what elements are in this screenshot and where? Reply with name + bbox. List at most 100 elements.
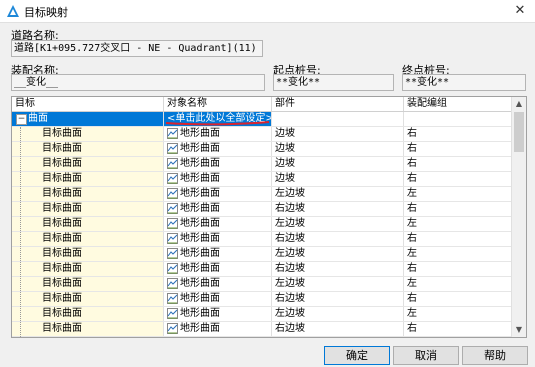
object-name-cell[interactable]: 地形曲面 — [164, 142, 272, 156]
table-row[interactable]: 目标曲面 地形曲面 左边坡左 — [12, 247, 511, 262]
grid-rows: 曲面 <单击此处以全部设定> 目标曲面 地形曲面 边坡右目标曲面 地形曲面 边坡右目标曲… — [12, 112, 511, 337]
road-name-field: 道路[K1+095.727交叉口 - NE - Quadrant](11) — [11, 40, 263, 57]
table-row[interactable]: 目标曲面 地形曲面 右边坡右 — [12, 232, 511, 247]
object-name-cell[interactable]: 地形曲面 — [164, 307, 272, 321]
group-target-label: 曲面 — [28, 113, 48, 124]
surface-icon — [167, 187, 178, 199]
annotation-underline — [165, 121, 270, 126]
end-station-field: **变化** — [402, 74, 526, 91]
assembly-group-cell: 右 — [407, 173, 417, 184]
column-header-part[interactable]: 部件 — [272, 97, 404, 111]
vertical-scrollbar[interactable]: ▲ ▼ — [511, 97, 526, 337]
scrollbar-thumb[interactable] — [514, 112, 524, 152]
object-name-cell[interactable]: 地形曲面 — [164, 187, 272, 201]
surface-icon — [167, 292, 178, 304]
object-name-label: 地形曲面 — [180, 323, 220, 334]
assembly-group-cell: 右 — [407, 203, 417, 214]
surface-icon — [167, 217, 178, 229]
object-name-label: 地形曲面 — [180, 218, 220, 229]
surface-icon — [167, 172, 178, 184]
object-name-cell[interactable]: 地形曲面 — [164, 232, 272, 246]
scroll-up-icon[interactable]: ▲ — [512, 97, 526, 111]
scroll-down-icon[interactable]: ▼ — [512, 323, 526, 337]
object-name-cell[interactable]: 地形曲面 — [164, 217, 272, 231]
object-name-label: 地形曲面 — [180, 233, 220, 244]
table-row[interactable]: 目标曲面 地形曲面 左边坡左 — [12, 277, 511, 292]
group-part-cell — [272, 112, 404, 126]
object-name-label: 地形曲面 — [180, 308, 220, 319]
surface-icon — [167, 232, 178, 244]
cancel-button[interactable]: 取消 — [393, 346, 459, 365]
object-name-cell[interactable]: 地形曲面 — [164, 247, 272, 261]
target-cell: 目标曲面 — [12, 232, 164, 246]
table-row[interactable]: 目标曲面 地形曲面 边坡右 — [12, 172, 511, 187]
table-row[interactable]: 目标曲面 地形曲面 左边坡左 — [12, 187, 511, 202]
part-cell: 边坡 — [272, 127, 404, 141]
table-row[interactable]: 目标曲面 地形曲面 右边坡右 — [12, 202, 511, 217]
grid-header: 目标 对象名称 部件 装配编组 — [12, 97, 511, 112]
group-target-cell: 曲面 — [12, 112, 164, 126]
target-cell: 目标曲面 — [12, 172, 164, 186]
assembly-group-cell: 右 — [407, 158, 417, 169]
assembly-group-cell: 左 — [407, 248, 417, 259]
part-cell: 右边坡 — [272, 202, 404, 216]
assembly-group-cell: 左 — [407, 308, 417, 319]
object-name-label: 地形曲面 — [180, 263, 220, 274]
assembly-group-cell: 右 — [407, 233, 417, 244]
column-header-assembly-group[interactable]: 装配编组 — [404, 97, 511, 111]
part-cell: 左边坡 — [272, 187, 404, 201]
surface-icon — [167, 202, 178, 214]
surface-icon — [167, 142, 178, 154]
target-cell: 目标曲面 — [12, 262, 164, 276]
object-name-cell[interactable]: 地形曲面 — [164, 157, 272, 171]
object-name-label: 地形曲面 — [180, 173, 220, 184]
collapse-toggle-icon[interactable]: − — [16, 114, 27, 125]
target-mapping-grid: 目标 对象名称 部件 装配编组 曲面 <单击此处以全部设定> 目标曲面 地形曲面边… — [11, 96, 527, 338]
column-header-target[interactable]: 目标 — [12, 97, 164, 111]
target-cell: 目标曲面 — [12, 292, 164, 306]
civil3d-icon — [7, 5, 19, 17]
close-icon[interactable]: ✕ — [505, 0, 535, 22]
part-cell: 右边坡 — [272, 322, 404, 336]
table-row[interactable]: 目标曲面 地形曲面 右边坡右 — [12, 292, 511, 307]
table-row[interactable]: 目标曲面 地形曲面 左边坡左 — [12, 217, 511, 232]
assembly-group-cell: 右 — [407, 323, 417, 334]
object-name-label: 地形曲面 — [180, 203, 220, 214]
window-title: 目标映射 — [24, 6, 68, 19]
object-name-cell[interactable]: 地形曲面 — [164, 172, 272, 186]
table-row[interactable]: 目标曲面 地形曲面 左边坡左 — [12, 307, 511, 322]
object-name-cell[interactable]: 地形曲面 — [164, 277, 272, 291]
object-name-cell[interactable]: 地形曲面 — [164, 127, 272, 141]
part-cell: 边坡 — [272, 172, 404, 186]
assembly-group-cell: 右 — [407, 293, 417, 304]
target-cell: 目标曲面 — [12, 217, 164, 231]
part-cell: 右边坡 — [272, 262, 404, 276]
target-cell: 目标曲面 — [12, 322, 164, 336]
object-name-cell[interactable]: 地形曲面 — [164, 322, 272, 336]
table-row[interactable]: 目标曲面 地形曲面 边坡右 — [12, 127, 511, 142]
object-name-cell[interactable]: 地形曲面 — [164, 262, 272, 276]
object-name-label: 地形曲面 — [180, 128, 220, 139]
object-name-label: 地形曲面 — [180, 248, 220, 259]
object-name-cell[interactable]: 地形曲面 — [164, 202, 272, 216]
surface-icon — [167, 322, 178, 334]
table-row[interactable]: 目标曲面 地形曲面 边坡右 — [12, 157, 511, 172]
surface-icon — [167, 157, 178, 169]
part-cell: 右边坡 — [272, 232, 404, 246]
part-cell: 边坡 — [272, 142, 404, 156]
target-cell: 目标曲面 — [12, 277, 164, 291]
table-row[interactable]: 目标曲面 地形曲面 右边坡右 — [12, 262, 511, 277]
target-cell: 目标曲面 — [12, 247, 164, 261]
help-button[interactable]: 帮助 — [462, 346, 528, 365]
object-name-cell[interactable]: 地形曲面 — [164, 292, 272, 306]
surface-icon — [167, 277, 178, 289]
ok-button[interactable]: 确定 — [324, 346, 390, 365]
object-name-label: 地形曲面 — [180, 293, 220, 304]
column-header-object-name[interactable]: 对象名称 — [164, 97, 272, 111]
object-name-label: 地形曲面 — [180, 188, 220, 199]
assembly-group-cell: 左 — [407, 218, 417, 229]
start-station-field: **变化** — [273, 74, 394, 91]
table-row[interactable]: 目标曲面 地形曲面 右边坡右 — [12, 322, 511, 337]
table-row[interactable]: 目标曲面 地形曲面 边坡右 — [12, 142, 511, 157]
target-cell: 目标曲面 — [12, 127, 164, 141]
